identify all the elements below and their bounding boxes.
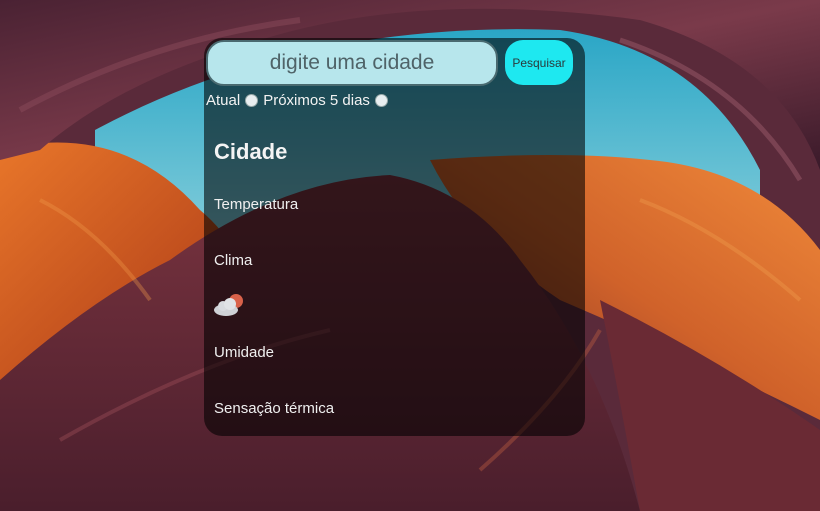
mode-selector: Atual Próximos 5 dias bbox=[206, 91, 393, 109]
city-name: Cidade bbox=[214, 139, 288, 164]
city-search-input[interactable] bbox=[206, 40, 498, 86]
weather-panel: Pesquisar Atual Próximos 5 dias Cidade T… bbox=[204, 38, 585, 436]
search-button[interactable]: Pesquisar bbox=[505, 40, 573, 85]
feels-like-label: Sensação térmica bbox=[214, 400, 335, 417]
cloud-sun-icon bbox=[212, 292, 246, 318]
humidity-label: Umidade bbox=[214, 344, 275, 361]
mode-current-label: Atual bbox=[206, 91, 241, 109]
mode-current-radio[interactable] bbox=[245, 93, 259, 107]
mode-forecast-radio[interactable] bbox=[374, 93, 388, 107]
mode-forecast-label: Próximos 5 dias bbox=[263, 91, 370, 109]
temperature-label: Temperatura bbox=[214, 196, 299, 213]
condition-label: Clima bbox=[214, 252, 253, 269]
